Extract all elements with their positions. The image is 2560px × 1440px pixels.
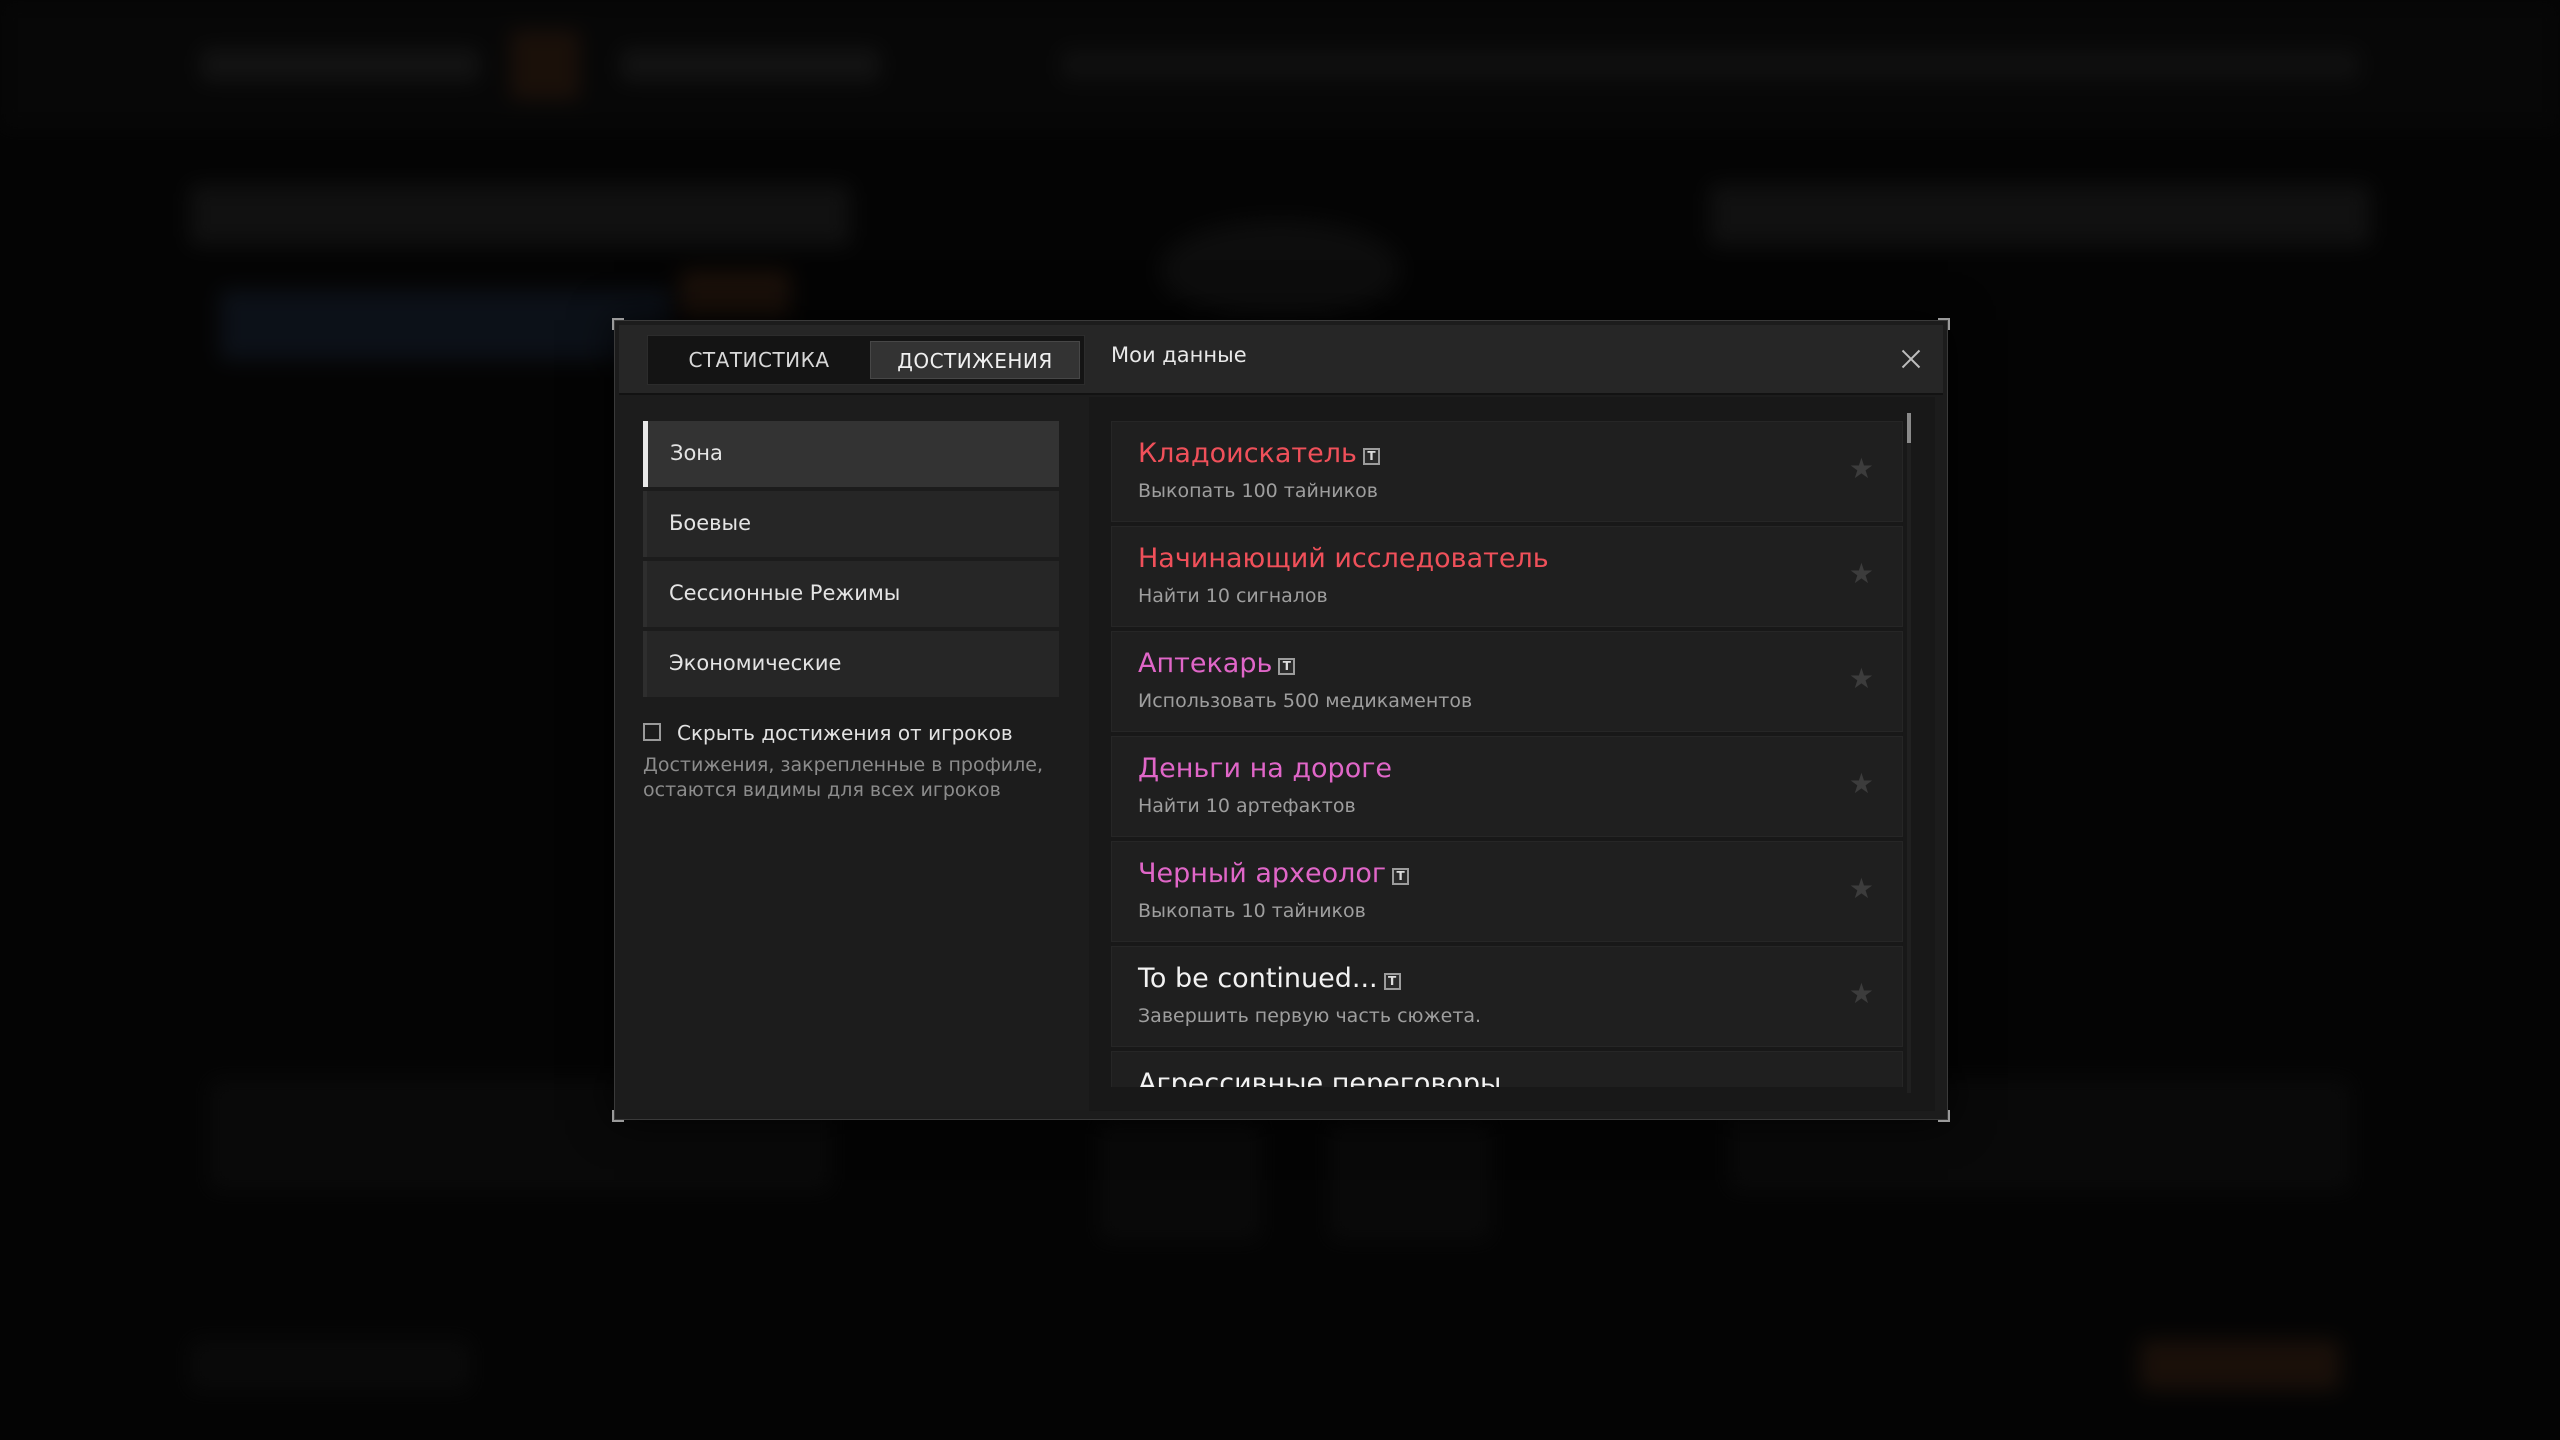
achievement-description: Выкопать 100 тайников (1138, 480, 1378, 502)
category-label: Зона (670, 441, 723, 465)
star-icon[interactable]: ★ (1849, 662, 1874, 695)
achievement-title-text: Начинающий исследователь (1138, 543, 1549, 574)
achievement-title: Кладоискатель T (1138, 438, 1380, 469)
achievements-panel: Кладоискатель T Выкопать 100 тайников ★ Н… (1089, 397, 1935, 1111)
close-icon[interactable] (1897, 345, 1925, 373)
hide-achievements-checkbox[interactable] (643, 723, 661, 741)
achievement-title-text: Черный археолог (1138, 858, 1387, 889)
t-badge-icon: T (1278, 658, 1296, 675)
achievement-title-text: To be continued... (1138, 963, 1378, 994)
achievement-item[interactable]: Аптекарь T Использовать 500 медикаментов … (1111, 631, 1903, 732)
achievement-item[interactable]: Начинающий исследователь Найти 10 сигнал… (1111, 526, 1903, 627)
dialog-title: Мои данные (1111, 343, 1247, 367)
star-icon[interactable]: ★ (1849, 452, 1874, 485)
achievement-item[interactable]: To be continued... T Завершить первую час… (1111, 946, 1903, 1047)
star-icon[interactable]: ★ (1849, 872, 1874, 905)
tab-achievements[interactable]: ДОСТИЖЕНИЯ (870, 341, 1080, 379)
scrollbar-thumb[interactable] (1907, 413, 1911, 443)
hide-achievements-option: Скрыть достижения от игроков (643, 721, 1059, 747)
tab-bar: СТАТИСТИКА ДОСТИЖЕНИЯ (647, 335, 1085, 385)
achievement-description: Найти 10 артефактов (1138, 795, 1356, 817)
achievement-description: Выкопать 10 тайников (1138, 900, 1366, 922)
achievement-title-text: Агрессивные переговоры (1138, 1068, 1502, 1087)
category-label: Боевые (669, 511, 752, 535)
achievement-title: Аптекарь T (1138, 648, 1296, 679)
achievement-title: To be continued... T (1138, 963, 1401, 994)
achievement-item[interactable]: Деньги на дороге Найти 10 артефактов ★ (1111, 736, 1903, 837)
t-badge-icon: T (1362, 448, 1380, 465)
t-badge-icon: T (1392, 868, 1410, 885)
corner-decoration (612, 1110, 624, 1122)
star-icon[interactable]: ★ (1849, 1082, 1874, 1087)
achievement-title: Агрессивные переговоры (1138, 1068, 1501, 1087)
category-zone[interactable]: Зона (643, 421, 1059, 487)
category-panel: Зона Боевые Сессионные Режимы Экономичес… (643, 421, 1059, 803)
achievement-title: Деньги на дороге (1138, 753, 1392, 784)
achievements-list: Кладоискатель T Выкопать 100 тайников ★ Н… (1111, 421, 1903, 1087)
achievements-scrollbar[interactable] (1907, 413, 1911, 1093)
achievement-description: Использовать 500 медикаментов (1138, 690, 1473, 712)
star-icon[interactable]: ★ (1849, 767, 1874, 800)
achievement-title-text: Деньги на дороге (1138, 753, 1393, 784)
category-session-modes[interactable]: Сессионные Режимы (643, 561, 1059, 627)
tab-statistics[interactable]: СТАТИСТИКА (653, 341, 865, 379)
dialog-header: СТАТИСТИКА ДОСТИЖЕНИЯ Мои данные (619, 325, 1943, 395)
category-combat[interactable]: Боевые (643, 491, 1059, 557)
achievement-item[interactable]: Черный археолог T Выкопать 10 тайников ★ (1111, 841, 1903, 942)
star-icon[interactable]: ★ (1849, 557, 1874, 590)
achievement-description: Завершить первую часть сюжета. (1138, 1005, 1482, 1027)
corner-decoration (1938, 1110, 1950, 1122)
achievement-item[interactable]: Кладоискатель T Выкопать 100 тайников ★ (1111, 421, 1903, 522)
t-badge-icon: T (1383, 973, 1401, 990)
achievement-title-text: Аптекарь (1138, 648, 1273, 679)
achievement-description: Найти 10 сигналов (1138, 585, 1328, 607)
category-economic[interactable]: Экономические (643, 631, 1059, 697)
hide-achievements-hint: Достижения, закрепленные в профиле, оста… (643, 754, 1044, 801)
achievement-title: Начинающий исследователь (1138, 543, 1549, 574)
achievement-title-text: Кладоискатель (1138, 438, 1357, 469)
achievement-title: Черный археолог T (1138, 858, 1410, 889)
category-label: Сессионные Режимы (669, 581, 901, 605)
my-data-dialog: СТАТИСТИКА ДОСТИЖЕНИЯ Мои данные Зона Бо… (612, 318, 1950, 1122)
category-label: Экономические (669, 651, 842, 675)
achievement-item[interactable]: Агрессивные переговоры ★ (1111, 1051, 1903, 1087)
star-icon[interactable]: ★ (1849, 977, 1874, 1010)
hide-achievements-label[interactable]: Скрыть достижения от игроков (677, 721, 1013, 745)
